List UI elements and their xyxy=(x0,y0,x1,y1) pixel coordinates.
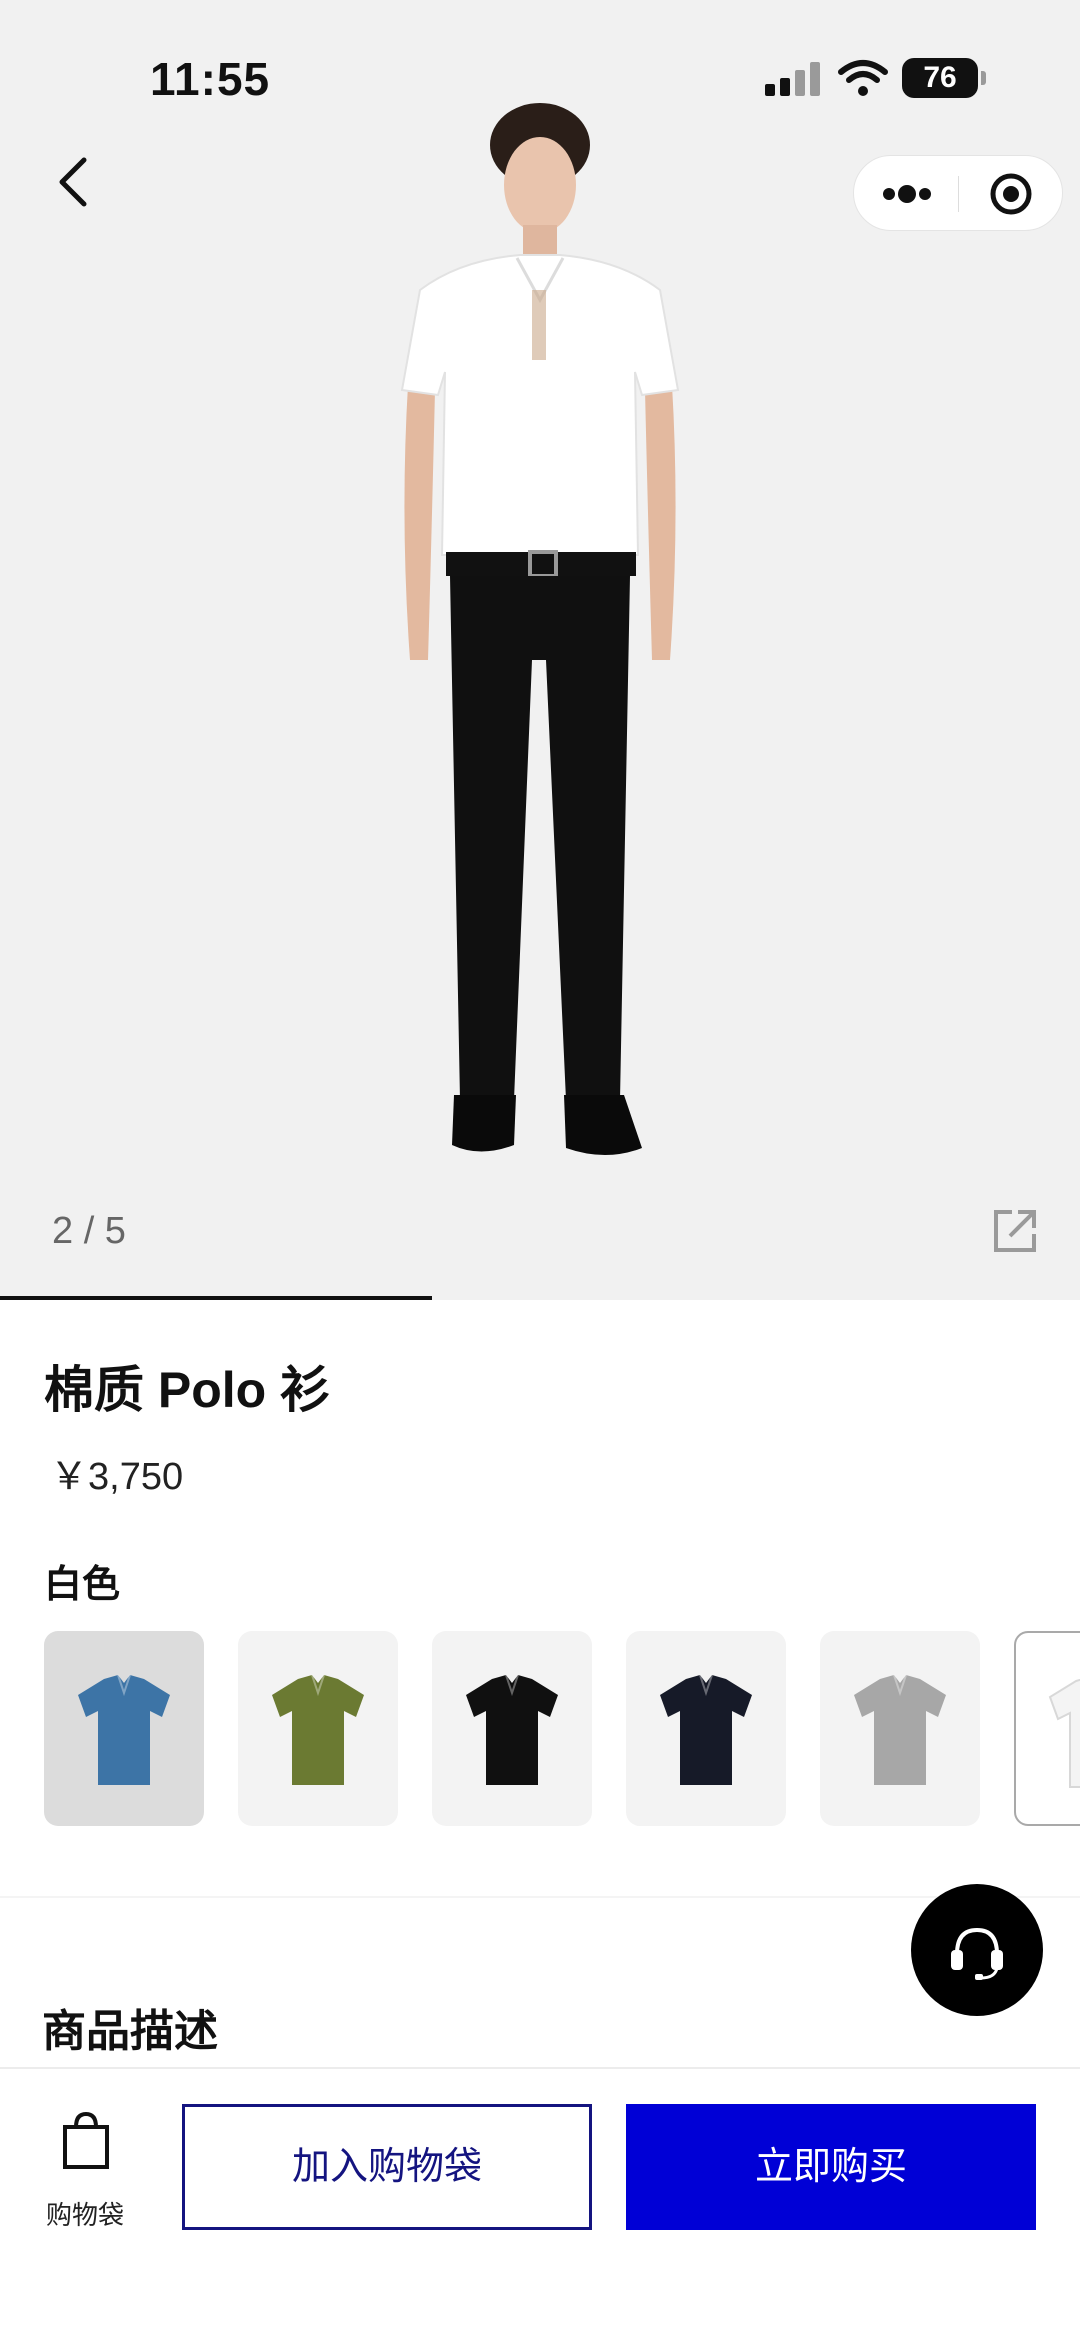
color-swatch-olive[interactable] xyxy=(238,1631,398,1826)
shopping-bag-label: 购物袋 xyxy=(45,2200,124,2230)
color-swatch-white[interactable] xyxy=(1014,1631,1080,1826)
buy-now-button[interactable]: 立即购买 xyxy=(626,2104,1036,2230)
product-model-image xyxy=(400,103,680,1155)
polo-shirt-thumbnail xyxy=(466,1674,558,1785)
description-heading: 商品描述 xyxy=(42,2007,218,2056)
product-title: 棉质 Polo 衫 xyxy=(44,1362,331,1418)
more-dots-icon[interactable] xyxy=(854,156,959,232)
image-counter: 2 / 5 xyxy=(52,1210,126,1252)
color-swatch-navy[interactable] xyxy=(626,1631,786,1826)
shopping-bag-button[interactable]: 购物袋 xyxy=(30,2111,140,2231)
section-divider xyxy=(0,1896,1080,1898)
headset-icon xyxy=(951,1927,1003,1980)
color-swatch-list xyxy=(44,1631,1080,1826)
wifi-icon xyxy=(838,60,888,96)
selected-color-name: 白色 xyxy=(44,1564,121,1606)
target-icon[interactable] xyxy=(959,156,1064,232)
color-swatch-black[interactable] xyxy=(432,1631,592,1826)
product-gallery[interactable]: 11:55 76 2 / 5 xyxy=(0,0,1080,1300)
miniprogram-capsule xyxy=(853,155,1063,231)
polo-shirt-thumbnail xyxy=(854,1674,946,1785)
polo-shirt-thumbnail xyxy=(272,1674,364,1785)
polo-shirt-thumbnail xyxy=(1048,1678,1080,1788)
gallery-progress xyxy=(0,1296,1080,1300)
shopping-bag-icon xyxy=(63,2111,109,2169)
battery-indicator: 76 xyxy=(902,58,986,98)
back-icon[interactable] xyxy=(48,152,100,212)
status-time: 11:55 xyxy=(150,53,271,105)
product-price: ￥3,750 xyxy=(50,1456,184,1498)
bottom-action-bar: 购物袋 加入购物袋 立即购买 xyxy=(0,2067,1080,2347)
share-icon[interactable] xyxy=(992,1206,1040,1254)
gallery-progress-fill xyxy=(0,1296,432,1300)
add-to-bag-button[interactable]: 加入购物袋 xyxy=(182,2104,592,2230)
signal-icon xyxy=(765,62,821,96)
color-swatch-blue[interactable] xyxy=(44,1631,204,1826)
color-swatch-grey[interactable] xyxy=(820,1631,980,1826)
polo-shirt-thumbnail xyxy=(78,1674,170,1785)
polo-shirt-thumbnail xyxy=(660,1674,752,1785)
customer-service-button[interactable] xyxy=(911,1884,1043,2016)
